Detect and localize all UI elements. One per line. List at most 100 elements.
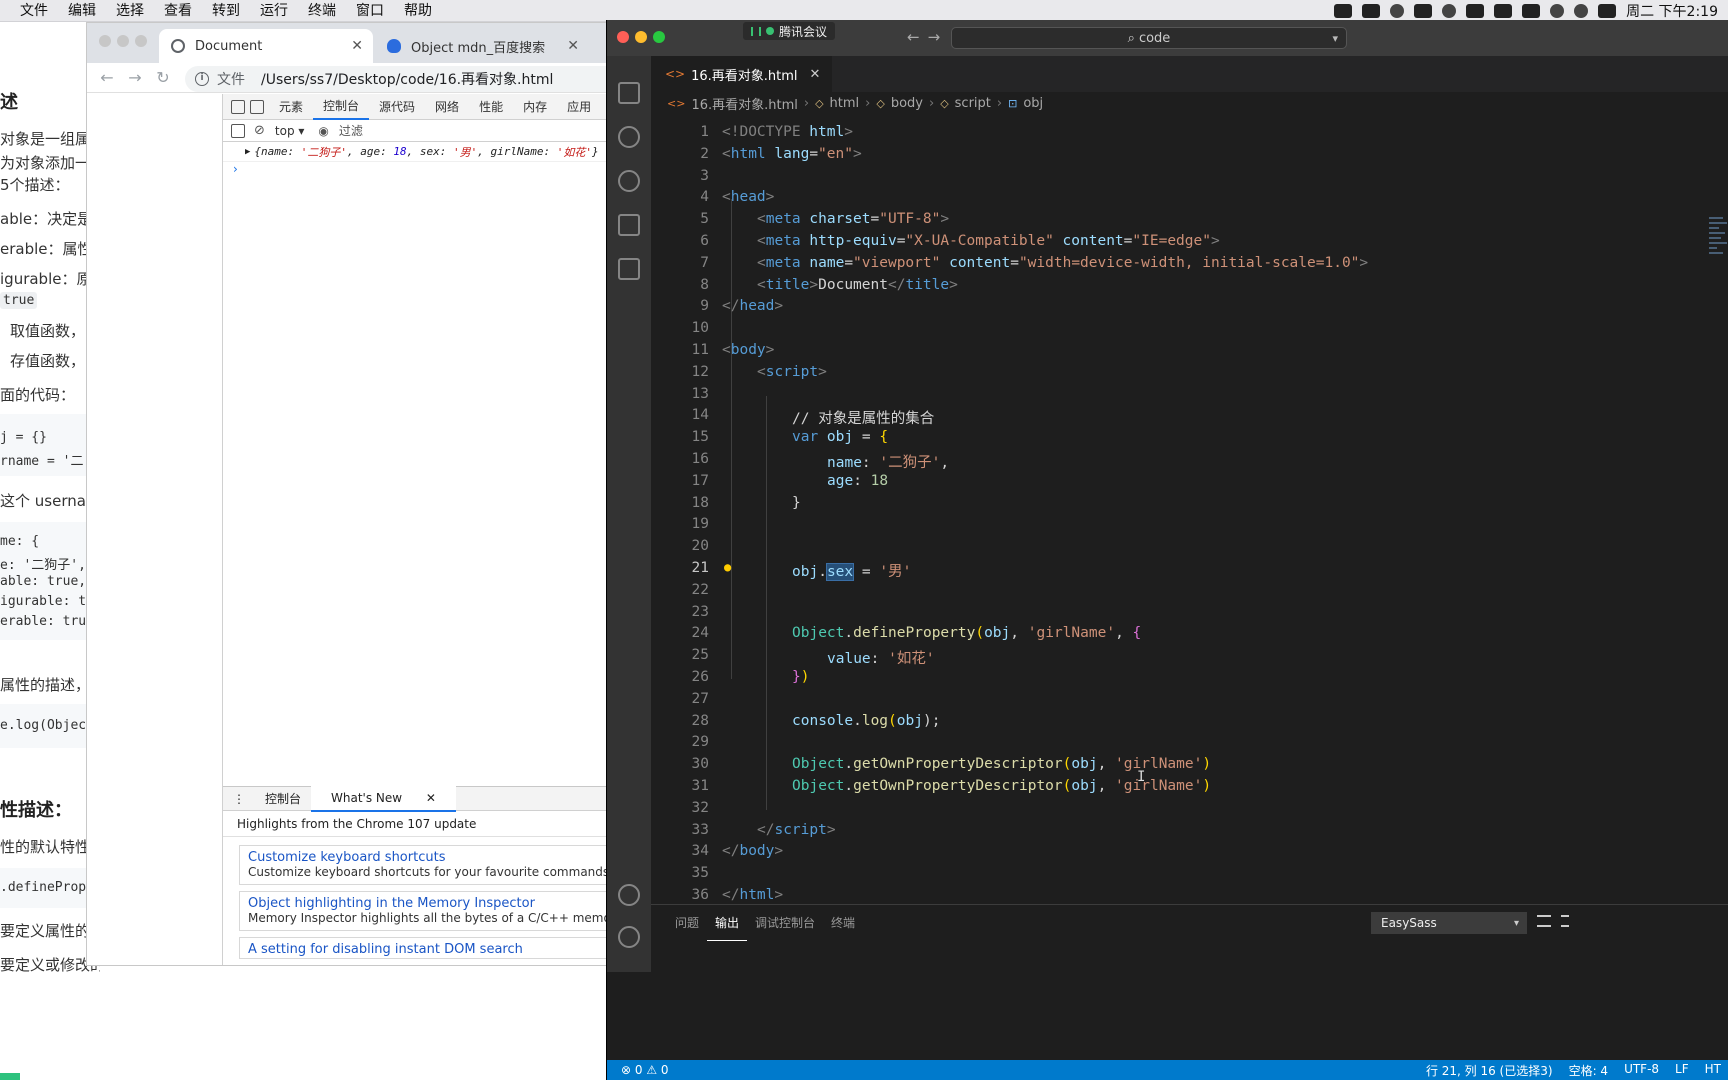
lightbulb-icon[interactable]: ● — [724, 560, 731, 574]
chevron-down-icon[interactable]: ▾ — [1332, 32, 1338, 45]
card-title[interactable]: Customize keyboard shortcuts — [248, 850, 611, 865]
window-minimize-button[interactable] — [635, 31, 647, 43]
menu-edit[interactable]: 编辑 — [58, 0, 106, 22]
sidebar-toggle-icon[interactable] — [231, 123, 245, 138]
devtools-tab-console[interactable]: 控制台 — [313, 94, 370, 120]
wifi-icon[interactable] — [1574, 4, 1589, 18]
vector-icon[interactable] — [1362, 4, 1381, 18]
tencent-meeting-indicator[interactable]: 腾讯会议 — [743, 22, 836, 40]
close-icon[interactable]: ✕ — [351, 38, 363, 54]
nav-arrows[interactable]: ←→ — [907, 28, 948, 46]
expand-arrow-icon[interactable]: ▶ — [245, 147, 250, 157]
window-close-button[interactable] — [99, 35, 111, 47]
breadcrumb-item[interactable]: html — [830, 96, 860, 111]
whats-new-card[interactable]: A setting for disabling instant DOM sear… — [239, 937, 613, 959]
menu-run[interactable]: 运行 — [250, 0, 298, 22]
file-encoding[interactable]: UTF-8 — [1616, 1062, 1667, 1079]
whats-new-card[interactable]: Customize keyboard shortcuts Customize k… — [239, 845, 613, 885]
panel-tab-output[interactable]: 输出 — [707, 906, 748, 941]
editor-tab-active[interactable]: <> 16.再看对象.html ✕ — [651, 56, 833, 92]
drawer-tab-whats-new[interactable]: What's New ✕ — [311, 785, 456, 812]
command-center-search[interactable]: ⌕ code ▾ — [951, 27, 1347, 49]
menu-view[interactable]: 查看 — [154, 0, 202, 22]
tab-baidu-search[interactable]: Object mdn_百度搜索 ✕ — [375, 29, 589, 63]
devtools-tab-application[interactable]: 应用 — [557, 94, 601, 120]
input-method-icon[interactable] — [1522, 4, 1541, 18]
minimap[interactable] — [1709, 214, 1728, 284]
eye-icon[interactable]: ◉ — [318, 124, 328, 138]
line-number: 18 — [691, 494, 709, 511]
clear-output-icon[interactable] — [1537, 915, 1551, 927]
window-zoom-button[interactable] — [135, 35, 147, 47]
devtools-tab-performance[interactable]: 性能 — [469, 94, 513, 120]
explorer-icon[interactable] — [618, 82, 640, 104]
window-close-button[interactable] — [617, 31, 629, 43]
panel-tab-terminal[interactable]: 终端 — [823, 906, 863, 940]
close-icon[interactable]: ✕ — [567, 38, 579, 54]
bluetooth-icon[interactable] — [1550, 4, 1565, 18]
chevron-right-icon: › — [928, 95, 935, 111]
devtools-tab-memory[interactable]: 内存 — [513, 94, 557, 120]
drawer-menu-icon[interactable]: ⋮ — [223, 787, 255, 811]
qq-icon[interactable] — [1390, 4, 1405, 18]
menu-help[interactable]: 帮助 — [394, 0, 442, 22]
window-zoom-button[interactable] — [653, 31, 665, 43]
breadcrumb-item[interactable]: body — [891, 96, 923, 111]
window-minimize-button[interactable] — [117, 35, 129, 47]
extensions-icon[interactable] — [618, 258, 640, 280]
inspect-element-icon[interactable] — [231, 99, 245, 114]
tab-document[interactable]: Document ✕ — [159, 29, 373, 63]
close-icon[interactable]: ✕ — [416, 791, 446, 805]
mountain-icon[interactable] — [1414, 4, 1433, 18]
gear-icon[interactable] — [618, 926, 640, 948]
breadcrumb-item[interactable]: script — [955, 96, 991, 111]
output-channel-select[interactable]: EasySass ▾ — [1371, 912, 1527, 934]
control-center-icon[interactable] — [1598, 4, 1617, 18]
address-bar[interactable]: i 文件 /Users/ss7/Desktop/code/16.再看对象.htm… — [185, 66, 613, 92]
end-of-line[interactable]: LF — [1667, 1062, 1697, 1079]
menu-file[interactable]: 文件 — [10, 0, 58, 22]
whats-new-card[interactable]: Object highlighting in the Memory Inspec… — [239, 891, 613, 931]
devtools-tab-elements[interactable]: 元素 — [269, 94, 313, 120]
problems-count[interactable]: ⊗ 0 ⚠ 0 — [607, 1063, 669, 1077]
breadcrumb-item[interactable]: obj — [1023, 96, 1043, 111]
panel-tab-problems[interactable]: 问题 — [667, 906, 707, 940]
console-log-entry[interactable]: ▶{name: '二狗子', age: 18, sex: '男', girlNa… — [223, 142, 613, 162]
line-number: 4 — [700, 189, 709, 206]
devtools-tab-network[interactable]: 网络 — [425, 94, 469, 120]
lock-icon[interactable] — [1561, 915, 1569, 927]
context-selector[interactable]: top ▾ — [271, 124, 309, 138]
menu-terminal[interactable]: 终端 — [298, 0, 346, 22]
close-icon[interactable]: ✕ — [810, 67, 821, 82]
clear-console-icon[interactable]: ⊘ — [254, 123, 265, 138]
device-toolbar-icon[interactable] — [250, 99, 264, 114]
run-debug-icon[interactable] — [618, 214, 640, 236]
cursor-position[interactable]: 行 21, 列 16 (已选择3) — [1418, 1062, 1561, 1079]
source-control-icon[interactable] — [618, 170, 640, 192]
screen-record-icon[interactable] — [1334, 4, 1353, 18]
console-prompt[interactable]: › — [223, 162, 613, 180]
card-title[interactable]: Object highlighting in the Memory Inspec… — [248, 896, 611, 911]
menu-selection[interactable]: 选择 — [106, 0, 154, 22]
search-icon[interactable] — [618, 126, 640, 148]
indentation[interactable]: 空格: 4 — [1561, 1062, 1617, 1079]
console-filter-input[interactable]: 过滤 — [339, 122, 363, 139]
devtools-tab-sources[interactable]: 源代码 — [369, 94, 425, 120]
language-mode[interactable]: HT — [1697, 1062, 1728, 1079]
camera-icon[interactable] — [1466, 4, 1485, 18]
breadcrumb-item[interactable]: 16.再看对象.html — [691, 94, 797, 113]
menu-clock[interactable]: 周二 下午2:19 — [1626, 1, 1718, 21]
code-editor[interactable]: 1 <!DOCTYPE html> 2 <html lang="en"> 3 4 <h… — [651, 114, 1728, 904]
card-title[interactable]: A setting for disabling instant DOM sear… — [248, 942, 611, 957]
mic-icon[interactable] — [1494, 4, 1513, 18]
drawer-tab-console[interactable]: 控制台 — [255, 787, 311, 811]
info-icon[interactable]: i — [195, 72, 209, 86]
shield-icon[interactable] — [1442, 4, 1457, 18]
reload-icon[interactable]: ↻ — [149, 68, 177, 87]
back-icon[interactable]: ← — [93, 68, 121, 87]
forward-icon[interactable]: → — [121, 68, 149, 87]
menu-go[interactable]: 转到 — [202, 0, 250, 22]
panel-tab-debug-console[interactable]: 调试控制台 — [747, 906, 823, 940]
menu-window[interactable]: 窗口 — [346, 0, 394, 22]
account-icon[interactable] — [618, 884, 640, 906]
